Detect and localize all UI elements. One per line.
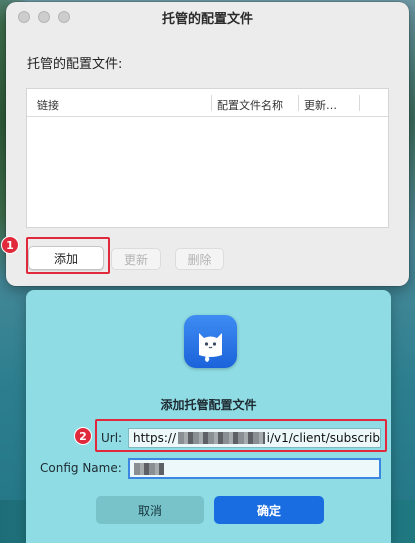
table-header: 链接 配置文件名称 更新… — [27, 89, 388, 117]
redacted-text — [134, 462, 164, 475]
column-header-updated[interactable]: 更新… — [304, 97, 337, 113]
column-header-link[interactable]: 链接 — [37, 97, 59, 113]
update-button[interactable]: 更新 — [111, 248, 161, 270]
column-divider — [298, 95, 299, 111]
section-label: 托管的配置文件: — [27, 57, 123, 72]
window-controls — [18, 11, 70, 23]
dialog-title: 添加托管配置文件 — [160, 398, 257, 412]
config-name-field[interactable] — [128, 458, 381, 479]
column-header-profile-name[interactable]: 配置文件名称 — [217, 97, 283, 113]
url-field-highlight — [95, 419, 387, 452]
step-badge-1: 1 — [1, 236, 19, 254]
zoom-window-button[interactable] — [58, 11, 70, 23]
cat-icon — [184, 315, 237, 368]
window-titlebar: 托管的配置文件 — [6, 2, 409, 32]
step-badge-2: 2 — [74, 427, 92, 445]
profiles-table[interactable]: 链接 配置文件名称 更新… — [26, 88, 389, 228]
window-title: 托管的配置文件 — [161, 11, 253, 27]
add-button-highlight — [26, 237, 110, 274]
ok-button[interactable]: 确定 — [214, 496, 324, 524]
delete-button[interactable]: 删除 — [175, 248, 224, 270]
minimize-window-button[interactable] — [38, 11, 50, 23]
add-managed-profile-dialog: 添加托管配置文件 Url: https:// i/v1/client/subsc… — [26, 290, 391, 543]
column-divider — [359, 95, 360, 111]
config-name-label: Config Name: — [40, 461, 122, 475]
column-divider — [211, 95, 212, 111]
cancel-button[interactable]: 取消 — [96, 496, 204, 524]
close-window-button[interactable] — [18, 11, 30, 23]
